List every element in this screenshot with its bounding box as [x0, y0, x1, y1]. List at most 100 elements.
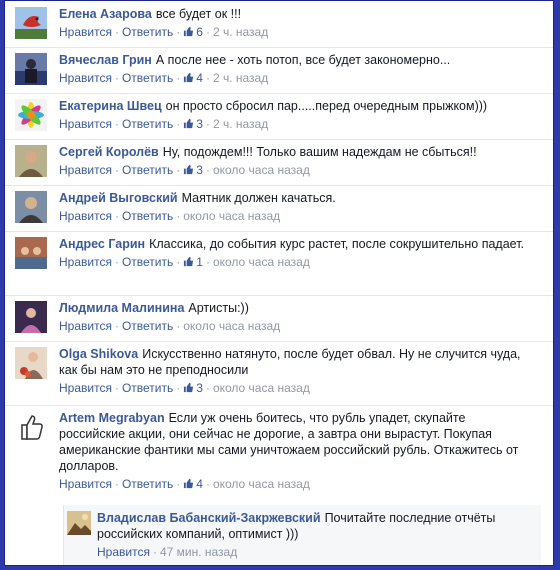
like-button[interactable]: Нравится	[97, 545, 150, 559]
like-button[interactable]: Нравится	[59, 163, 112, 177]
comment-text: он просто сбросил пар.....перед очередны…	[165, 99, 488, 113]
comment-item: Андрей Выговский Маятник должен качаться.…	[5, 185, 553, 232]
like-button[interactable]: Нравится	[59, 255, 112, 269]
like-button[interactable]: Нравится	[59, 477, 112, 491]
comment-time[interactable]: около часа назад	[213, 255, 310, 269]
comment-actions: Нравится · Ответить · 4 · около часа назад	[59, 477, 310, 491]
reply-button[interactable]: Ответить	[122, 381, 173, 395]
comment-time[interactable]: 2 ч. назад	[213, 117, 268, 131]
reply-author[interactable]: Владислав Бабанский-Закржевский	[97, 511, 321, 525]
reply-button[interactable]: Ответить	[122, 255, 173, 269]
comment-item: Olga Shikova Искусственно натянуто, после…	[5, 341, 553, 406]
avatar-man-icon	[15, 145, 47, 177]
thumbs-up-icon	[184, 478, 194, 489]
reply-item: Владислав Бабанский-Закржевский Почитайте…	[5, 505, 553, 565]
thumbs-up-icon	[184, 382, 194, 393]
like-count[interactable]: 4	[183, 71, 203, 85]
avatar[interactable]	[15, 347, 47, 379]
avatar[interactable]	[15, 53, 47, 85]
comment-actions: Нравится · Ответить · 6 · 2 ч. назад	[59, 25, 269, 39]
comment-time[interactable]: 2 ч. назад	[213, 71, 268, 85]
comment-text: Артисты:))	[188, 301, 249, 315]
comment-time[interactable]: 2 ч. назад	[213, 25, 268, 39]
avatar[interactable]	[15, 191, 47, 223]
thumbs-up-icon	[184, 26, 194, 37]
comment-author[interactable]: Андрес Гарин	[59, 237, 145, 251]
like-button[interactable]: Нравится	[59, 381, 112, 395]
reply-button[interactable]: Ответить	[122, 25, 173, 39]
avatar-portrait-icon	[15, 301, 47, 333]
reply-time[interactable]: 47 мин. назад	[160, 545, 237, 559]
reply-button[interactable]: Ответить	[122, 71, 173, 85]
comment-text: все будет ок !!!	[155, 7, 242, 21]
avatar-figure-icon	[15, 53, 47, 85]
like-count[interactable]: 3	[183, 381, 203, 395]
comment-text: Классика, до события курс растет, после …	[149, 237, 525, 251]
like-count[interactable]: 1	[183, 255, 203, 269]
like-button[interactable]: Нравится	[59, 117, 112, 131]
like-count[interactable]: 3	[183, 117, 203, 131]
like-count[interactable]: 4	[183, 477, 203, 491]
avatar-bird-icon	[15, 7, 47, 39]
comment-author[interactable]: Вячеслав Грин	[59, 53, 152, 67]
comment-item: Андрес Гарин Классика, до события курс ра…	[5, 231, 553, 296]
avatar[interactable]	[15, 301, 47, 333]
thumbs-up-avatar-icon	[15, 411, 47, 443]
comment-author[interactable]: Екатерина Швец	[59, 99, 162, 113]
comment-time[interactable]: около часа назад	[183, 319, 280, 333]
comment-item: Artem Megrabyan Если уж очень боитесь, чт…	[5, 405, 553, 505]
comment-author[interactable]: Olga Shikova	[59, 347, 138, 361]
comment-item: Людмила Малинина Артисты:)) Нравится · Отве…	[5, 295, 553, 342]
comments-panel: Елена Азарова все будет ок !!! Нравится · О…	[4, 0, 554, 566]
comment-text: Ну, подождем!!! Только вашим надеждам не…	[162, 145, 477, 159]
avatar-group-icon	[15, 237, 47, 269]
avatar[interactable]	[15, 411, 47, 443]
avatar-landscape-icon	[67, 511, 91, 535]
avatar-woman-flowers-icon	[15, 347, 47, 379]
comment-author[interactable]: Сергей Королёв	[59, 145, 159, 159]
comment-actions: Нравится · Ответить · 3 · около часа назад	[59, 381, 310, 395]
reply-button[interactable]: Ответить	[122, 163, 173, 177]
comment-time[interactable]: около часа назад	[183, 209, 280, 223]
reply-actions: Нравится · 47 мин. назад	[97, 545, 238, 559]
thumbs-up-icon	[184, 256, 194, 267]
like-button[interactable]: Нравится	[59, 25, 112, 39]
comment-time[interactable]: около часа назад	[213, 477, 310, 491]
thumbs-up-icon	[184, 72, 194, 83]
avatar[interactable]	[15, 237, 47, 269]
avatar-flower-icon	[15, 99, 47, 131]
avatar[interactable]	[15, 99, 47, 131]
like-button[interactable]: Нравится	[59, 209, 112, 223]
thumbs-up-icon	[184, 118, 194, 129]
comment-actions: Нравится · Ответить · 1 · около часа назад	[59, 255, 310, 269]
comment-author[interactable]: Людмила Малинина	[59, 301, 184, 315]
comment-actions: Нравится · Ответить · 3 · около часа назад	[59, 163, 310, 177]
like-count[interactable]: 3	[183, 163, 203, 177]
comment-item: Елена Азарова все будет ок !!! Нравится · О…	[5, 1, 553, 48]
like-button[interactable]: Нравится	[59, 319, 112, 333]
comment-item: Сергей Королёв Ну, подождем!!! Только ваш…	[5, 139, 553, 186]
comment-author[interactable]: Artem Megrabyan	[59, 411, 165, 425]
like-count[interactable]: 6	[183, 25, 203, 39]
comment-item: Вячеслав Грин А после нее - хоть потоп, в…	[5, 47, 553, 94]
comment-actions: Нравится · Ответить · около часа назад	[59, 209, 281, 223]
comment-author[interactable]: Андрей Выговский	[59, 191, 178, 205]
reply-button[interactable]: Ответить	[122, 477, 173, 491]
avatar[interactable]	[15, 7, 47, 39]
reply-button[interactable]: Ответить	[122, 209, 173, 223]
comment-text: Маятник должен качаться.	[181, 191, 336, 205]
like-button[interactable]: Нравится	[59, 71, 112, 85]
avatar[interactable]	[15, 145, 47, 177]
comment-time[interactable]: около часа назад	[213, 381, 310, 395]
comment-item: Екатерина Швец он просто сбросил пар.....…	[5, 93, 553, 140]
reply-button[interactable]: Ответить	[122, 319, 173, 333]
comment-actions: Нравится · Ответить · 3 · 2 ч. назад	[59, 117, 269, 131]
thumbs-up-icon	[184, 164, 194, 175]
reply-button[interactable]: Ответить	[122, 117, 173, 131]
comment-actions: Нравится · Ответить · 4 · 2 ч. назад	[59, 71, 269, 85]
comment-actions: Нравится · Ответить · около часа назад	[59, 319, 281, 333]
comment-time[interactable]: около часа назад	[213, 163, 310, 177]
comment-author[interactable]: Елена Азарова	[59, 7, 152, 21]
comment-text: А после нее - хоть потоп, все будет зако…	[155, 53, 451, 67]
avatar[interactable]	[67, 511, 91, 535]
